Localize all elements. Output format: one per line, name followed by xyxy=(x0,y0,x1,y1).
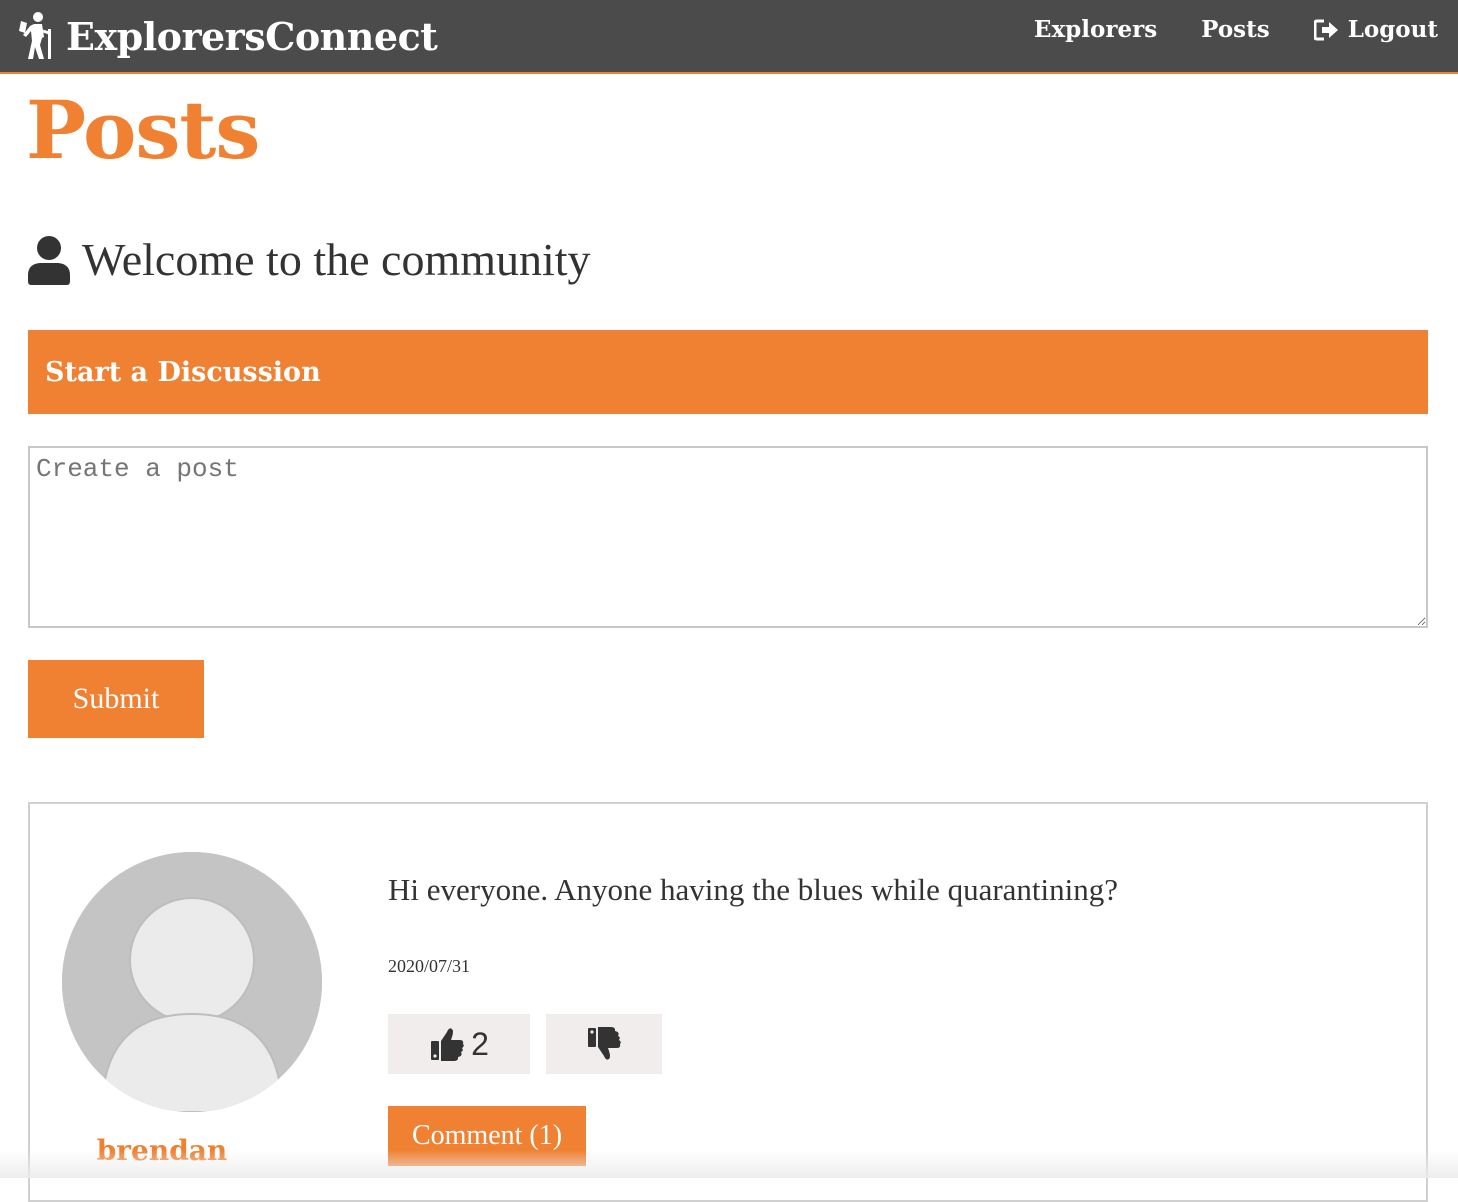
post-author[interactable]: brendan xyxy=(32,1134,292,1167)
brand-name: ExplorersConnect xyxy=(66,13,438,59)
default-avatar-icon xyxy=(62,852,322,1112)
create-post-input[interactable] xyxy=(28,446,1428,628)
nav-link-posts[interactable]: Posts xyxy=(1201,16,1270,43)
discussion-header: Start a Discussion xyxy=(28,330,1428,414)
thumbs-up-icon xyxy=(431,1028,464,1061)
nav-link-label: Posts xyxy=(1201,16,1270,43)
nav-link-explorers[interactable]: Explorers xyxy=(1034,16,1157,43)
nav-link-logout[interactable]: Logout xyxy=(1313,16,1438,43)
welcome-heading: Welcome to the community xyxy=(28,232,591,288)
nav-link-label: Logout xyxy=(1347,16,1438,43)
hiker-icon xyxy=(19,12,51,59)
discussion-header-title: Start a Discussion xyxy=(45,356,321,388)
comment-button[interactable]: Comment (1) xyxy=(388,1106,586,1166)
nav-link-label: Explorers xyxy=(1033,16,1158,43)
page-title: Posts xyxy=(26,83,260,177)
avatar xyxy=(62,852,322,1112)
brand-link[interactable]: ExplorersConnect xyxy=(18,8,438,64)
logout-icon xyxy=(1313,19,1338,40)
submit-button[interactable]: Submit xyxy=(28,660,204,738)
dislike-button[interactable] xyxy=(546,1014,662,1074)
post-text: Hi everyone. Anyone having the blues whi… xyxy=(388,872,1119,907)
nav-links: Explorers Posts Logout xyxy=(1034,16,1438,43)
like-count: 2 xyxy=(471,1025,489,1062)
post-date: 2020/07/31 xyxy=(388,956,471,976)
thumbs-down-icon xyxy=(588,1027,621,1060)
user-icon xyxy=(28,236,70,285)
top-navbar: ExplorersConnect Explorers Posts Logout xyxy=(0,0,1458,74)
like-button[interactable]: 2 xyxy=(388,1014,530,1074)
welcome-text: Welcome to the community xyxy=(82,234,591,285)
